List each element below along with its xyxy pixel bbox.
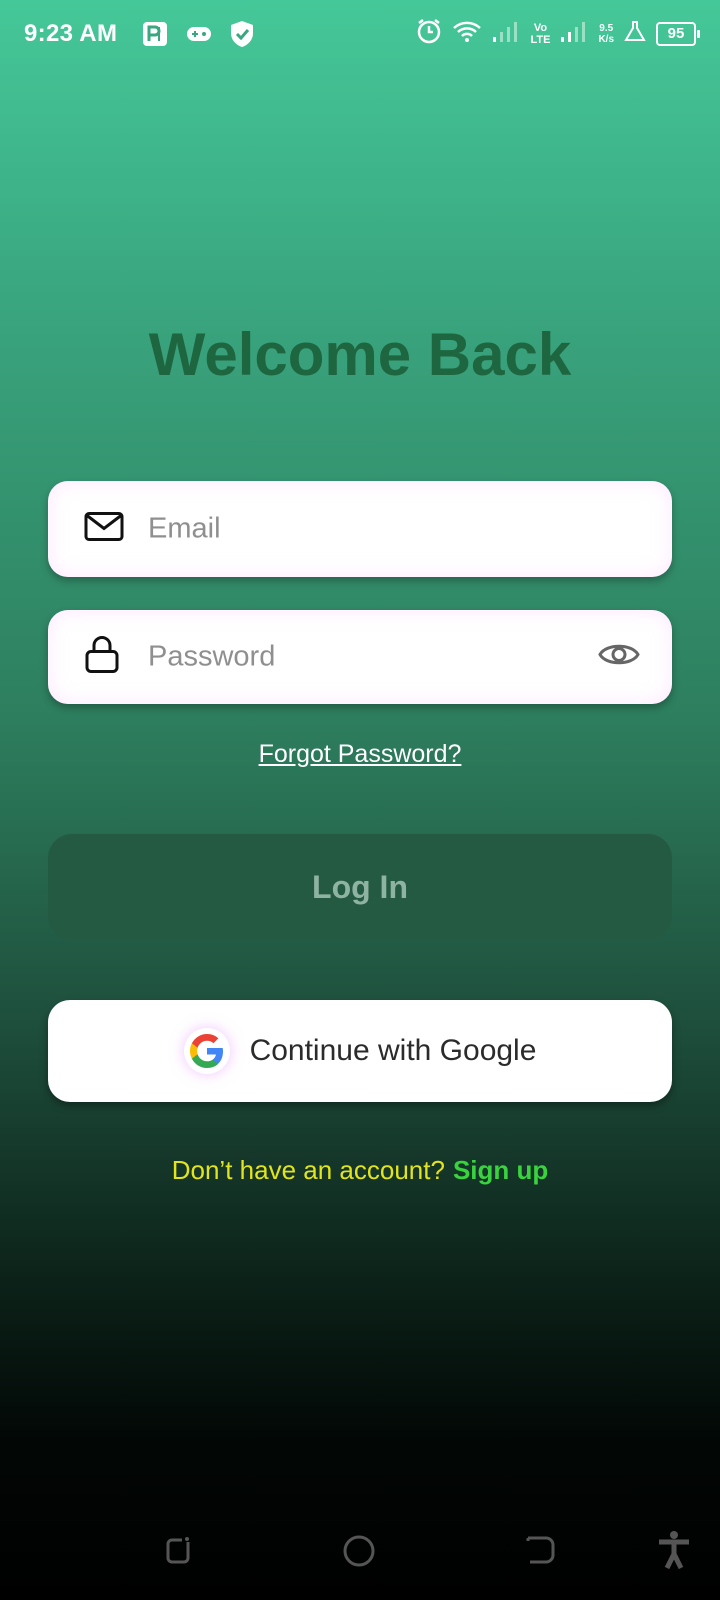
back-icon[interactable] — [524, 1534, 556, 1571]
status-bar: 9:23 AM Vo LTE 9.5 K/s 95 — [0, 0, 720, 72]
google-logo-icon — [184, 1028, 230, 1074]
accessibility-icon[interactable] — [656, 1530, 692, 1575]
alarm-icon — [416, 18, 442, 49]
flask-icon — [624, 20, 646, 47]
parking-icon — [142, 21, 168, 52]
google-signin-button[interactable]: Continue with Google — [48, 1000, 672, 1102]
eye-icon[interactable] — [598, 640, 640, 675]
google-button-label: Continue with Google — [249, 1034, 537, 1067]
signup-prompt-line: Don’t have an account? Sign up — [0, 1155, 720, 1186]
status-icons-left — [142, 20, 254, 53]
signal-icon — [492, 19, 520, 48]
wifi-icon — [452, 19, 482, 48]
shield-check-icon — [230, 20, 254, 53]
navigation-bar — [0, 1520, 720, 1590]
password-field[interactable] — [48, 610, 672, 704]
battery-icon: 95 — [656, 21, 700, 46]
status-time: 9:23 AM — [24, 20, 118, 47]
login-button[interactable]: Log In — [48, 834, 672, 940]
network-speed: 9.5 K/s — [598, 22, 614, 45]
signup-prompt: Don’t have an account? — [171, 1155, 445, 1185]
password-input[interactable] — [148, 640, 572, 674]
lock-icon — [84, 635, 120, 680]
recents-icon[interactable] — [162, 1534, 194, 1571]
email-field[interactable] — [48, 481, 672, 577]
forgot-password-link[interactable]: Forgot Password? — [0, 740, 720, 769]
email-input[interactable] — [148, 512, 572, 546]
signal-icon — [560, 19, 588, 48]
volte-indicator: Vo LTE — [530, 21, 551, 46]
status-icons-right: Vo LTE 9.5 K/s 95 — [416, 18, 700, 49]
page-title: Welcome Back — [148, 321, 572, 388]
home-icon[interactable] — [342, 1534, 376, 1573]
mail-icon — [84, 511, 124, 548]
signup-link[interactable]: Sign up — [453, 1155, 548, 1185]
game-controller-icon — [186, 24, 212, 49]
